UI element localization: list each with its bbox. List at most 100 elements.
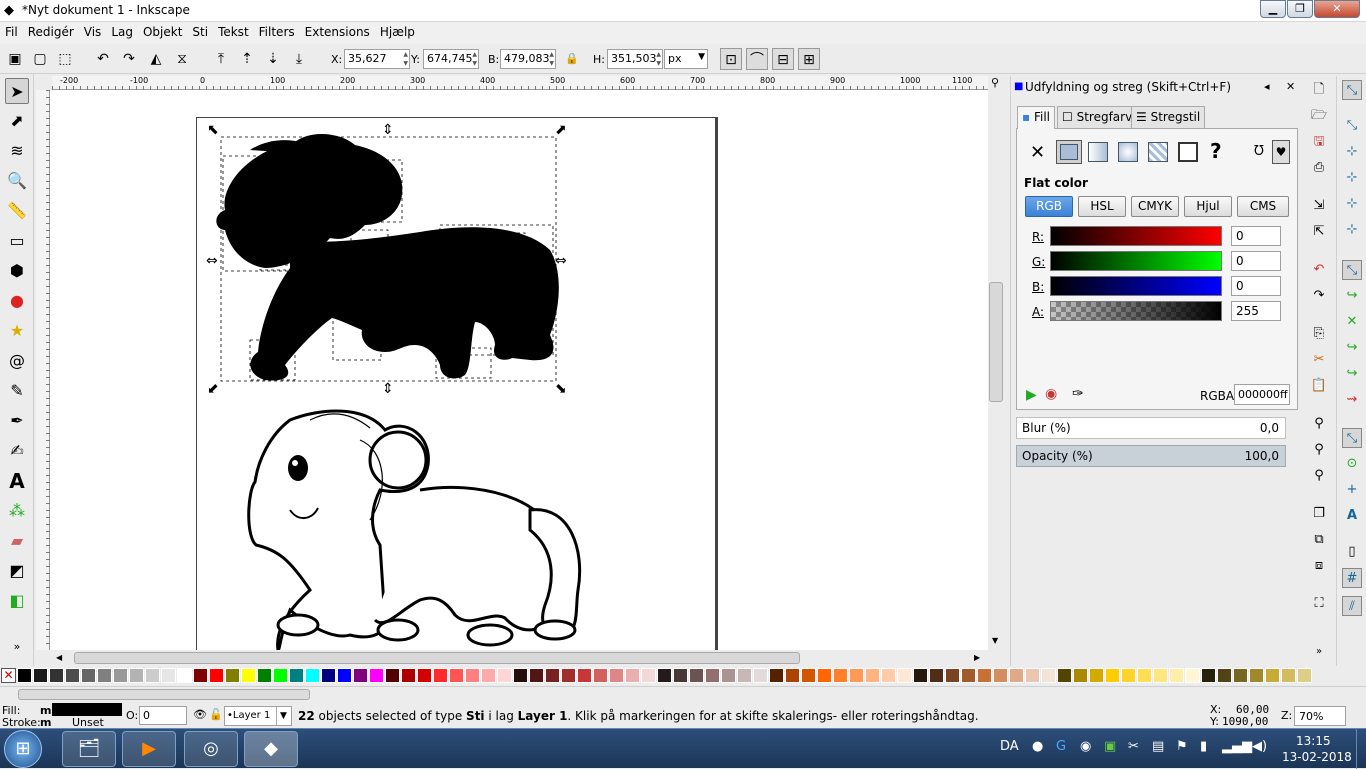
- color-swatch[interactable]: [273, 668, 288, 683]
- menu-filters[interactable]: Filters: [254, 22, 300, 39]
- color-swatch[interactable]: [961, 668, 976, 683]
- rectangle-tool-icon[interactable]: ▭: [5, 228, 29, 254]
- tray-app-icon[interactable]: ●: [1032, 739, 1043, 754]
- color-swatch[interactable]: [1217, 668, 1232, 683]
- gradient-tool-icon[interactable]: ◧: [5, 588, 29, 614]
- menu-tekst[interactable]: Tekst: [213, 22, 254, 39]
- menu-objekt[interactable]: Objekt: [138, 22, 187, 39]
- radial-gradient-icon[interactable]: [1118, 142, 1138, 162]
- maximize-button[interactable]: ❐: [1287, 0, 1313, 18]
- color-swatch[interactable]: [1201, 668, 1216, 683]
- color-swatch[interactable]: [1265, 668, 1280, 683]
- color-mode-rgb[interactable]: RGB: [1025, 196, 1073, 217]
- pattern-icon[interactable]: [1148, 142, 1168, 162]
- color-swatch[interactable]: [1281, 668, 1296, 683]
- blue-slider[interactable]: [1050, 276, 1222, 296]
- scroll-left-arrow-icon[interactable]: ◀: [56, 653, 62, 662]
- snap-cusp-icon[interactable]: ↪: [1342, 338, 1362, 358]
- color-swatch[interactable]: [561, 668, 576, 683]
- network-icon[interactable]: ▂▄▆: [1222, 739, 1252, 754]
- layer-visibility-icon[interactable]: 👁: [193, 708, 207, 721]
- color-swatch[interactable]: [673, 668, 688, 683]
- color-swatch[interactable]: [625, 668, 640, 683]
- color-swatch[interactable]: [753, 668, 768, 683]
- color-swatch[interactable]: [1249, 668, 1264, 683]
- opacity-indicator-field[interactable]: 0: [139, 706, 187, 725]
- menu-lag[interactable]: Lag: [106, 22, 138, 39]
- vertical-scrollbar[interactable]: ⚲ ▼: [988, 76, 1004, 650]
- color-swatch[interactable]: [193, 668, 208, 683]
- snap-page-border-icon[interactable]: ▯: [1342, 542, 1362, 562]
- snap-bbox-center-icon[interactable]: ⊹: [1342, 220, 1362, 240]
- color-swatch[interactable]: [161, 668, 176, 683]
- media-player-taskbar-icon[interactable]: ▶: [122, 731, 176, 767]
- menu-rediger[interactable]: Redigér: [23, 22, 79, 39]
- color-swatch[interactable]: [705, 668, 720, 683]
- scroll-right-arrow-icon[interactable]: ▶: [974, 653, 980, 662]
- color-swatch[interactable]: [49, 668, 64, 683]
- color-swatch[interactable]: [241, 668, 256, 683]
- blue-value[interactable]: 0: [1231, 276, 1281, 296]
- unlink-clone-icon[interactable]: ⧈: [1309, 556, 1329, 576]
- fill-color-swatch[interactable]: [52, 703, 122, 716]
- raise-to-top-icon[interactable]: ⤒: [210, 48, 232, 70]
- eraser-tool-icon[interactable]: ▰: [5, 528, 29, 554]
- color-swatch[interactable]: [929, 668, 944, 683]
- snap-path-icon[interactable]: ↪: [1342, 286, 1362, 306]
- measure-tool-icon[interactable]: 📏: [5, 198, 29, 224]
- color-swatch[interactable]: [1025, 668, 1040, 683]
- battery-icon[interactable]: ▮: [1200, 739, 1207, 754]
- color-swatch[interactable]: [209, 668, 224, 683]
- color-swatch[interactable]: [993, 668, 1008, 683]
- color-swatch[interactable]: [657, 668, 672, 683]
- x-field[interactable]: 35,627: [344, 49, 410, 69]
- color-swatch[interactable]: [289, 668, 304, 683]
- snap-text-baseline-icon[interactable]: A: [1342, 506, 1362, 526]
- color-swatch[interactable]: [417, 668, 432, 683]
- open-icon[interactable]: 🗁: [1309, 106, 1329, 126]
- color-swatch[interactable]: [609, 668, 624, 683]
- color-swatch[interactable]: [1009, 668, 1024, 683]
- paint-bucket-tool-icon[interactable]: ◩: [5, 558, 29, 584]
- color-swatch[interactable]: [497, 668, 512, 683]
- color-swatch[interactable]: [865, 668, 880, 683]
- blur-field[interactable]: Blur (%) 0,0: [1016, 417, 1286, 439]
- print-icon[interactable]: ⎙: [1309, 158, 1329, 178]
- color-swatch[interactable]: [65, 668, 80, 683]
- raise-icon[interactable]: ⇡: [236, 48, 258, 70]
- snap-bbox-edge-icon[interactable]: ⊹: [1342, 142, 1362, 162]
- color-swatch[interactable]: [1297, 668, 1312, 683]
- zoom-page-icon[interactable]: ⚲: [1309, 466, 1329, 486]
- fill-rule-nonzero-icon[interactable]: ♥: [1272, 140, 1290, 164]
- dock-collapse-icon[interactable]: ◂: [1264, 80, 1270, 93]
- color-swatch[interactable]: [849, 668, 864, 683]
- save-icon[interactable]: 🖫: [1309, 132, 1329, 152]
- color-swatch[interactable]: [513, 668, 528, 683]
- tray-tools-icon[interactable]: ✂: [1128, 739, 1139, 754]
- no-paint-icon[interactable]: ✕: [1030, 142, 1045, 163]
- color-swatch[interactable]: [449, 668, 464, 683]
- snap-nodes-icon[interactable]: ⤡: [1342, 260, 1362, 280]
- color-swatch[interactable]: [481, 668, 496, 683]
- clock-date[interactable]: 13-02-2018: [1282, 750, 1352, 764]
- color-swatch[interactable]: [369, 668, 384, 683]
- duplicate-icon[interactable]: ❐: [1309, 504, 1329, 524]
- zoom-fit-icon[interactable]: ⚲: [991, 76, 999, 89]
- snap-guide-icon[interactable]: ⫽: [1342, 596, 1362, 616]
- color-swatch[interactable]: [817, 668, 832, 683]
- color-picker-icon[interactable]: ✑: [1072, 386, 1084, 402]
- new-document-icon[interactable]: 🗋: [1309, 80, 1329, 100]
- color-swatch[interactable]: [177, 668, 192, 683]
- inkscape-taskbar-icon[interactable]: ◆: [244, 731, 298, 767]
- group-icon[interactable]: ⛶: [1309, 594, 1329, 614]
- color-swatch[interactable]: [1185, 668, 1200, 683]
- fill-rule-evenodd-icon[interactable]: Ʊ: [1254, 144, 1264, 159]
- tray-steam-icon[interactable]: ◉: [1080, 739, 1091, 754]
- unit-select[interactable]: px ▼: [664, 49, 708, 69]
- menu-fil[interactable]: Fil: [0, 22, 23, 39]
- star-tool-icon[interactable]: ★: [5, 318, 29, 344]
- color-swatch[interactable]: [385, 668, 400, 683]
- volume-icon[interactable]: ◀): [1252, 739, 1267, 754]
- color-swatch[interactable]: [129, 668, 144, 683]
- transform-patterns-icon[interactable]: ⊞: [798, 48, 820, 70]
